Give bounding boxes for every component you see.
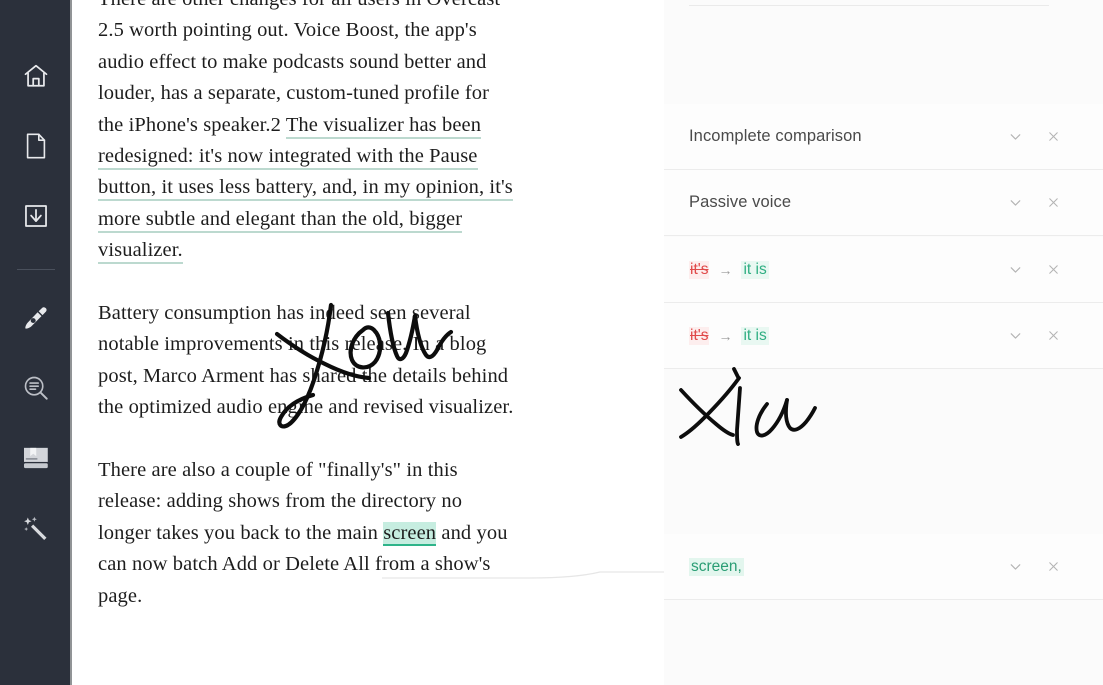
chevron-down-icon[interactable] — [1005, 193, 1025, 213]
suggestion-card-incomplete-comparison[interactable]: Incomplete comparison — [664, 104, 1103, 170]
close-icon[interactable] — [1043, 326, 1063, 346]
book-bookmark-icon — [21, 444, 51, 472]
chevron-down-icon[interactable] — [1005, 557, 1025, 577]
sidebar-item-dictionary[interactable] — [16, 438, 56, 478]
suggestion-insertion: screen, — [689, 557, 1005, 576]
close-icon[interactable] — [1043, 557, 1063, 577]
pen-nib-icon — [22, 304, 50, 332]
close-icon[interactable] — [1043, 193, 1063, 213]
original-word: it's — [689, 260, 710, 279]
card-actions — [1005, 260, 1063, 280]
sidebar-item-write[interactable] — [16, 298, 56, 338]
magic-wand-icon — [22, 514, 50, 542]
document-text[interactable]: There are other changes for all users in… — [98, 0, 518, 643]
close-icon[interactable] — [1043, 260, 1063, 280]
sidebar-item-plagiarism[interactable] — [16, 368, 56, 408]
home-icon — [22, 62, 50, 90]
suggestions-panel: Incomplete comparison Passive voice it's… — [664, 0, 1103, 685]
sidebar-item-document[interactable] — [16, 126, 56, 166]
suggestion-card-its-to-it-is-2[interactable]: it's → it is — [664, 303, 1103, 369]
arrow-icon: → — [718, 261, 733, 278]
left-sidebar — [0, 0, 72, 685]
paragraph-2: Battery consumption has indeed seen seve… — [98, 302, 514, 419]
card-actions — [1005, 193, 1063, 213]
chevron-down-icon[interactable] — [1005, 326, 1025, 346]
suggestion-replacement: it's → it is — [689, 326, 1005, 345]
original-word: it's — [689, 326, 710, 345]
sidebar-item-home[interactable] — [16, 56, 56, 96]
close-icon[interactable] — [1043, 127, 1063, 147]
paragraph-1: There are other changes for all users in… — [98, 0, 518, 267]
inserted-text[interactable]: screen, — [689, 557, 744, 576]
card-actions — [1005, 326, 1063, 346]
sidebar-item-import[interactable] — [16, 196, 56, 236]
highlighted-word-screen[interactable]: screen — [383, 521, 437, 546]
suggestion-label: Passive voice — [689, 193, 792, 211]
paragraph-1-underlined[interactable]: The visualizer has been redesigned: it's… — [98, 113, 513, 265]
suggestion-label: Incomplete comparison — [689, 127, 862, 145]
document-area[interactable]: There are other changes for all users in… — [72, 0, 664, 685]
arrow-icon: → — [718, 327, 733, 344]
sidebar-divider — [17, 269, 55, 270]
suggestion-card-passive-voice[interactable]: Passive voice — [664, 170, 1103, 236]
card-actions — [1005, 127, 1063, 147]
paragraph-3: There are also a couple of "finally's" i… — [98, 455, 518, 612]
suggestion-replacement: it's → it is — [689, 260, 1005, 279]
card-actions — [1005, 557, 1063, 577]
replacement-word[interactable]: it is — [741, 326, 769, 345]
chevron-down-icon[interactable] — [1005, 260, 1025, 280]
suggestion-card-comma-after-screen[interactable]: screen, — [664, 534, 1103, 600]
document-icon — [23, 132, 49, 160]
sidebar-item-assistant[interactable] — [16, 508, 56, 548]
import-download-icon — [22, 202, 50, 230]
chevron-down-icon[interactable] — [1005, 127, 1025, 147]
replacement-word[interactable]: it is — [741, 260, 769, 279]
app-root: There are other changes for all users in… — [0, 0, 1103, 685]
magnifier-text-icon — [22, 374, 50, 402]
card-divider-top — [689, 5, 1049, 6]
suggestion-card-its-to-it-is-1[interactable]: it's → it is — [664, 237, 1103, 303]
